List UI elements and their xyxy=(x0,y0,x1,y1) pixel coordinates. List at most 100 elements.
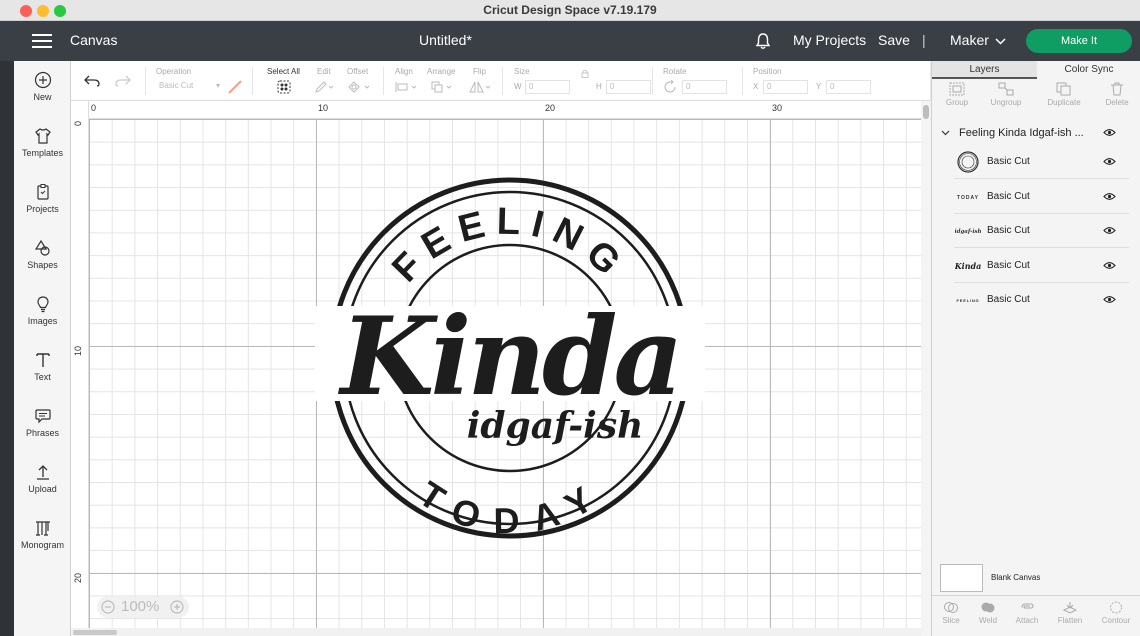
eye-icon[interactable] xyxy=(1103,261,1116,270)
layer-thumbnail: idgaf-ish xyxy=(955,229,981,235)
eye-icon[interactable] xyxy=(1103,192,1116,201)
menu-icon[interactable] xyxy=(32,34,52,48)
sidebar-item-label: Text xyxy=(34,372,51,382)
blank-canvas-swatch[interactable] xyxy=(940,564,983,592)
layer-thumbnail-text: idgaf-ish xyxy=(955,229,981,235)
layer-group-row[interactable]: Feeling Kinda Idgaf-ish ... xyxy=(932,124,1140,146)
toolbar-divider xyxy=(502,67,503,95)
layer-row[interactable]: FEELING Basic Cut xyxy=(954,283,1129,317)
layer-name: Basic Cut xyxy=(987,294,1030,305)
redo-icon[interactable] xyxy=(115,75,131,87)
my-projects-link[interactable]: My Projects xyxy=(793,32,866,48)
zoom-in-icon[interactable] xyxy=(170,600,184,614)
ruler-top-label: 20 xyxy=(545,103,556,113)
layers-panel: Layers Color Sync Group Ungroup Duplicat… xyxy=(931,61,1140,636)
attach-label: Attach xyxy=(1015,616,1039,625)
rotate-label: Rotate xyxy=(663,67,687,76)
scroll-thumb[interactable] xyxy=(73,630,117,635)
tab-layers[interactable]: Layers xyxy=(932,61,1037,79)
sidebar-item-monogram[interactable]: Monogram xyxy=(14,519,71,550)
sidebar-item-upload[interactable]: Upload xyxy=(14,463,71,494)
layer-row[interactable]: Kinda Basic Cut xyxy=(954,249,1129,283)
horizontal-scrollbar[interactable] xyxy=(71,628,921,636)
ruler-top-label: 0 xyxy=(91,103,97,113)
arrange-icon[interactable] xyxy=(431,81,455,93)
zoom-level: 100% xyxy=(121,598,160,615)
sidebar-item-templates[interactable]: Templates xyxy=(14,127,71,158)
undo-icon[interactable] xyxy=(84,75,100,87)
sidebar-item-label: Images xyxy=(27,316,58,326)
layer-row[interactable]: TODAY Basic Cut xyxy=(954,180,1129,214)
clipboard-icon xyxy=(36,184,49,200)
make-it-button[interactable]: Make It xyxy=(1026,29,1132,53)
sidebar-item-new[interactable]: New xyxy=(14,71,71,102)
layer-thumbnail: Kinda xyxy=(955,261,981,271)
chevron-down-icon[interactable] xyxy=(941,130,950,136)
sidebar-item-shapes[interactable]: Shapes xyxy=(14,239,71,270)
eye-icon[interactable] xyxy=(1103,157,1116,166)
flip-icon[interactable] xyxy=(469,81,493,93)
select-all-icon[interactable] xyxy=(277,80,291,94)
app-header: Canvas Untitled* My Projects Save | Make… xyxy=(0,21,1140,61)
flatten-button[interactable]: Flatten xyxy=(1050,601,1090,625)
lock-icon[interactable] xyxy=(581,69,589,78)
y-position-field[interactable]: 0 xyxy=(826,80,871,94)
sidebar-item-label: Templates xyxy=(21,148,64,158)
scroll-thumb[interactable] xyxy=(923,105,929,119)
vertical-scrollbar[interactable] xyxy=(921,101,931,636)
height-field[interactable]: 0 xyxy=(606,80,651,94)
rotate-value: 0 xyxy=(686,82,691,91)
contour-button[interactable]: Contour xyxy=(1096,601,1136,625)
contour-label: Contour xyxy=(1101,616,1131,625)
design-canvas[interactable]: 0 10 20 30 0 10 20 FEELING TODAY Kinda i… xyxy=(71,101,921,636)
ruler-top-label: 30 xyxy=(772,103,783,113)
shirt-icon xyxy=(34,128,51,144)
background-window-edge xyxy=(0,61,14,636)
dropdown-arrow-icon: ▾ xyxy=(215,81,220,90)
position-label: Position xyxy=(753,67,782,76)
slice-button[interactable]: Slice xyxy=(931,601,971,625)
linetype-color-swatch-icon[interactable] xyxy=(228,80,242,94)
sidebar-item-phrases[interactable]: Phrases xyxy=(14,407,71,438)
group-button[interactable]: Group xyxy=(932,82,982,107)
ruler-left-label: 10 xyxy=(73,346,83,357)
eye-icon[interactable] xyxy=(1103,226,1116,235)
tab-color-sync[interactable]: Color Sync xyxy=(1037,61,1140,79)
offset-label: Offset xyxy=(347,67,369,76)
rotate-icon xyxy=(664,80,676,93)
design-artwork[interactable]: FEELING TODAY Kinda idgaf-ish xyxy=(305,176,715,546)
sidebar-item-projects[interactable]: Projects xyxy=(14,183,71,214)
layer-row[interactable]: idgaf-ish Basic Cut xyxy=(954,214,1129,248)
delete-button[interactable]: Delete xyxy=(1092,82,1140,107)
ungroup-button[interactable]: Ungroup xyxy=(981,82,1031,107)
operation-dropdown[interactable]: Basic Cut ▾ xyxy=(156,80,222,94)
edit-pencil-icon[interactable] xyxy=(315,81,335,93)
attach-button[interactable]: Attach xyxy=(1007,601,1047,625)
window-titlebar: Cricut Design Space v7.19.179 xyxy=(0,0,1140,21)
align-icon[interactable] xyxy=(395,81,419,93)
layer-thumbnail-text: TODAY xyxy=(957,195,979,201)
sidebar-item-text[interactable]: Text xyxy=(14,351,71,382)
sidebar-item-label: Phrases xyxy=(25,428,60,438)
zoom-out-icon[interactable] xyxy=(101,600,115,614)
bell-icon[interactable] xyxy=(755,32,771,50)
layer-name: Basic Cut xyxy=(987,260,1030,271)
machine-selector[interactable]: Maker xyxy=(950,32,989,48)
sidebar-item-images[interactable]: Images xyxy=(14,295,71,326)
sidebar-item-label: Projects xyxy=(26,204,59,214)
chevron-down-icon[interactable] xyxy=(995,38,1006,45)
eye-icon[interactable] xyxy=(1103,295,1116,304)
width-field[interactable]: 0 xyxy=(525,80,570,94)
document-title[interactable]: Untitled* xyxy=(419,32,472,48)
offset-icon[interactable] xyxy=(347,81,371,93)
ruler-top-label: 10 xyxy=(318,103,329,113)
duplicate-button[interactable]: Duplicate xyxy=(1039,82,1089,107)
bottom-arc-text: TODAY xyxy=(412,473,609,541)
speech-bubble-icon xyxy=(34,409,51,424)
eye-icon[interactable] xyxy=(1103,128,1116,137)
save-button[interactable]: Save xyxy=(878,32,910,48)
rotate-field[interactable]: 0 xyxy=(682,80,727,94)
x-position-field[interactable]: 0 xyxy=(763,80,808,94)
layer-row[interactable]: Basic Cut xyxy=(954,145,1129,179)
weld-button[interactable]: Weld xyxy=(968,601,1008,625)
